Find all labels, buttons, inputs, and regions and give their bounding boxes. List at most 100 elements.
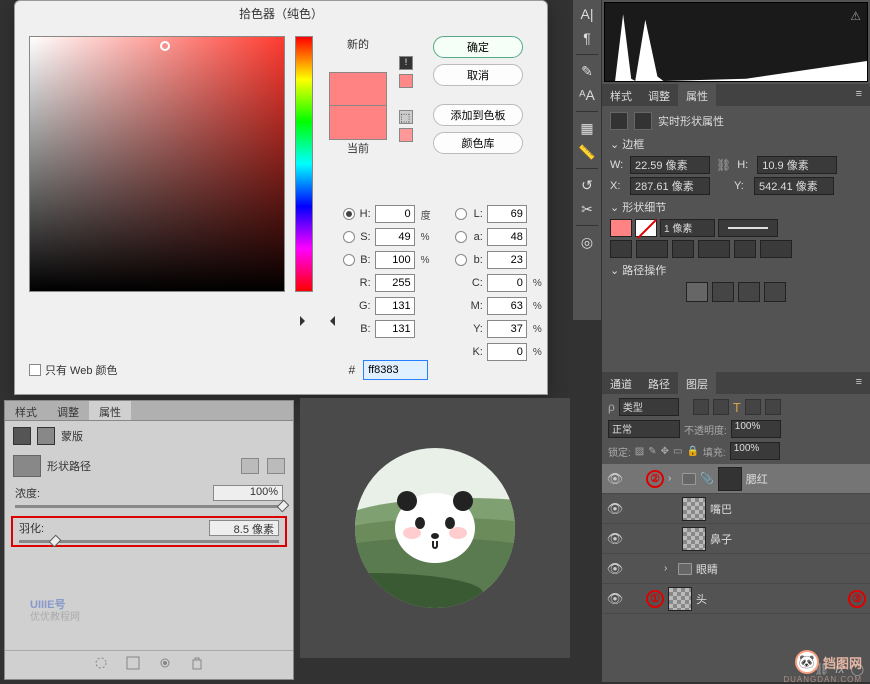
radio-h[interactable] bbox=[343, 208, 355, 220]
s-input[interactable] bbox=[375, 228, 415, 246]
layer-name[interactable]: 眼睛 bbox=[696, 561, 718, 577]
filter-type-icon[interactable]: T bbox=[733, 400, 741, 415]
cap-button[interactable] bbox=[672, 240, 694, 258]
select-mask-button[interactable] bbox=[241, 458, 259, 474]
layer-row-group-eyes[interactable]: 👁 › 眼睛 bbox=[602, 554, 870, 584]
glyph-panel-icon[interactable]: ᴬA bbox=[577, 85, 597, 105]
stroke-style-select[interactable] bbox=[718, 219, 778, 237]
y-input[interactable] bbox=[487, 320, 527, 338]
tab-styles[interactable]: 样式 bbox=[602, 84, 640, 106]
filter-shape-icon[interactable] bbox=[745, 399, 761, 415]
mask-options-button[interactable] bbox=[267, 458, 285, 474]
layer-row-nose[interactable]: 👁 鼻子 bbox=[602, 524, 870, 554]
tab-channels[interactable]: 通道 bbox=[602, 372, 640, 394]
vector-mask-icon[interactable] bbox=[37, 427, 55, 445]
layer-thumb[interactable] bbox=[682, 527, 706, 551]
cap-dropdown[interactable] bbox=[698, 240, 730, 258]
mask-thumb[interactable] bbox=[718, 467, 742, 491]
layer-row-head[interactable]: 👁 ① 头 ③ bbox=[602, 584, 870, 614]
chevron-right-icon[interactable]: › bbox=[668, 473, 678, 484]
char-panel-icon[interactable]: A| bbox=[577, 4, 597, 24]
tab-paths[interactable]: 路径 bbox=[640, 372, 678, 394]
opacity-input[interactable]: 100% bbox=[731, 420, 781, 438]
radio-s[interactable] bbox=[343, 231, 355, 243]
brush-panel-icon[interactable]: ✎ bbox=[577, 61, 597, 81]
visibility-toggle[interactable]: 👁 bbox=[606, 591, 624, 607]
pathop-intersect[interactable] bbox=[738, 282, 760, 302]
paragraph-panel-icon[interactable]: ¶ bbox=[577, 28, 597, 48]
align-dropdown[interactable] bbox=[636, 240, 668, 258]
gamut-warning-icon[interactable]: ! bbox=[399, 56, 413, 70]
g-input[interactable] bbox=[375, 297, 415, 315]
fill-swatch[interactable] bbox=[610, 219, 632, 237]
l-input[interactable] bbox=[487, 205, 527, 223]
fill-input[interactable]: 100% bbox=[730, 442, 780, 460]
height-input[interactable] bbox=[757, 156, 837, 174]
filter-adjust-icon[interactable] bbox=[713, 399, 729, 415]
apply-mask-icon[interactable] bbox=[125, 655, 141, 671]
color-field[interactable] bbox=[29, 36, 285, 292]
tool5-icon[interactable]: ✂ bbox=[577, 199, 597, 219]
toggle-mask-icon[interactable] bbox=[157, 655, 173, 671]
web-only-checkbox[interactable]: 只有 Web 颜色 bbox=[29, 362, 118, 378]
visibility-toggle[interactable]: 👁 bbox=[606, 531, 624, 547]
hex-input[interactable] bbox=[363, 360, 428, 380]
radio-bv[interactable] bbox=[343, 254, 355, 266]
pixel-mask-icon[interactable] bbox=[13, 427, 31, 445]
tab-properties[interactable]: 属性 bbox=[678, 84, 716, 106]
h-input[interactable] bbox=[375, 205, 415, 223]
c-input[interactable] bbox=[487, 274, 527, 292]
layer-name[interactable]: 头 bbox=[696, 591, 707, 607]
panel-menu-icon[interactable]: ≡ bbox=[848, 84, 870, 106]
color-cursor[interactable] bbox=[160, 41, 170, 51]
radio-a[interactable] bbox=[455, 231, 467, 243]
ok-button[interactable]: 确定 bbox=[433, 36, 523, 58]
layer-row-group-blush[interactable]: 👁 ② › 📎 腮红 bbox=[602, 464, 870, 494]
filter-smart-icon[interactable] bbox=[765, 399, 781, 415]
lock-artboard-icon[interactable]: ▭ bbox=[673, 446, 682, 457]
tab-styles-left[interactable]: 样式 bbox=[5, 401, 47, 420]
layers-menu-icon[interactable]: ≡ bbox=[848, 372, 870, 394]
history-panel-icon[interactable]: ↺ bbox=[577, 175, 597, 195]
lock-brush-icon[interactable]: ✎ bbox=[648, 446, 656, 457]
stroke-width-select[interactable]: 1 像素 bbox=[660, 219, 715, 237]
chevron-right-icon[interactable]: › bbox=[664, 563, 674, 574]
gamut-swatch[interactable] bbox=[399, 74, 413, 88]
delete-mask-icon[interactable] bbox=[189, 655, 205, 671]
load-selection-icon[interactable] bbox=[93, 655, 109, 671]
join-dropdown[interactable] bbox=[760, 240, 792, 258]
lock-trans-icon[interactable]: ▨ bbox=[635, 446, 644, 457]
cancel-button[interactable]: 取消 bbox=[433, 64, 523, 86]
websafe-warning-icon[interactable]: ⬚ bbox=[399, 110, 413, 124]
visibility-toggle[interactable]: 👁 bbox=[606, 501, 624, 517]
websafe-swatch[interactable] bbox=[399, 128, 413, 142]
filter-image-icon[interactable] bbox=[693, 399, 709, 415]
bl-input[interactable] bbox=[375, 320, 415, 338]
width-input[interactable] bbox=[630, 156, 710, 174]
y-input[interactable] bbox=[754, 177, 834, 195]
layer-kind-select[interactable]: 类型 bbox=[619, 398, 679, 416]
layer-name[interactable]: 腮红 bbox=[746, 471, 768, 487]
section-shape-detail[interactable]: 形状细节 bbox=[610, 199, 862, 215]
shape-path-thumb[interactable] bbox=[13, 455, 41, 477]
color-libraries-button[interactable]: 颜色库 bbox=[433, 132, 523, 154]
section-bounds[interactable]: 边框 bbox=[610, 136, 862, 152]
layer-row-mouth[interactable]: 👁 嘴巴 bbox=[602, 494, 870, 524]
join-button[interactable] bbox=[734, 240, 756, 258]
layer-thumb[interactable] bbox=[668, 587, 692, 611]
tab-props-left[interactable]: 属性 bbox=[89, 401, 131, 420]
swatches-panel-icon[interactable]: ▦ bbox=[577, 118, 597, 138]
ruler-panel-icon[interactable]: 📏 bbox=[577, 142, 597, 162]
current-color-swatch[interactable] bbox=[329, 106, 387, 140]
tab-adjust-left[interactable]: 调整 bbox=[47, 401, 89, 420]
pathop-combine[interactable] bbox=[686, 282, 708, 302]
blend-mode-select[interactable]: 正常 bbox=[608, 420, 680, 438]
radio-l[interactable] bbox=[455, 208, 467, 220]
section-pathops[interactable]: 路径操作 bbox=[610, 262, 862, 278]
link-wh-icon[interactable]: ⛓ bbox=[716, 158, 731, 172]
pathop-exclude[interactable] bbox=[764, 282, 786, 302]
lock-move-icon[interactable]: ✥ bbox=[661, 446, 669, 457]
visibility-toggle[interactable]: 👁 bbox=[606, 561, 624, 577]
visibility-toggle[interactable]: 👁 bbox=[606, 471, 624, 487]
m-input[interactable] bbox=[487, 297, 527, 315]
